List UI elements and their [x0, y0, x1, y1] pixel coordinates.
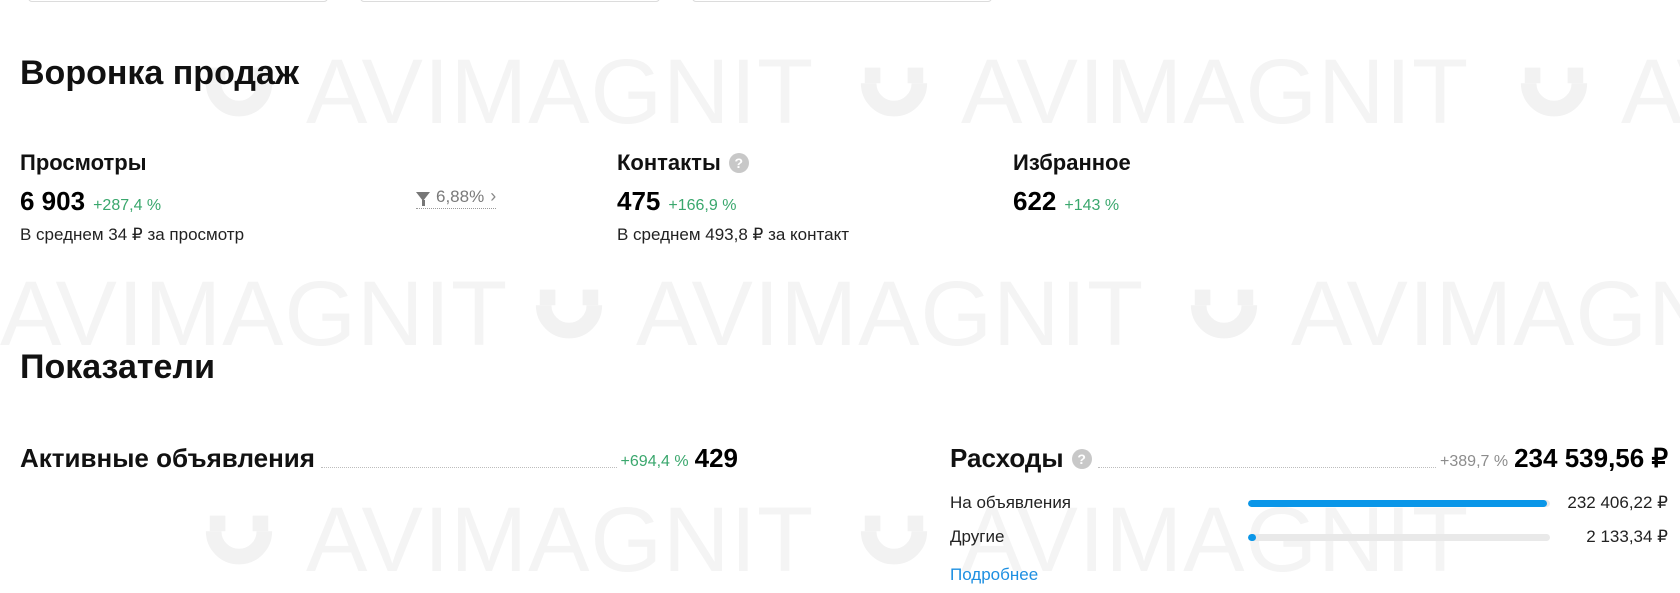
views-value: 6 903 — [20, 186, 86, 216]
active-ads-delta: +694,4 % — [620, 453, 689, 470]
funnel-title: Воронка продаж — [20, 54, 299, 92]
more-details-link[interactable]: Подробнее — [950, 565, 1038, 585]
indicators-title: Показатели — [20, 348, 215, 386]
expenses-row: Расходы ? +389,7 % 234 539,56 ₽ — [950, 443, 1668, 474]
dotted-leader — [1097, 467, 1437, 468]
contacts-average: В среднем 493,8 ₽ за контакт — [617, 225, 849, 244]
active-ads-row: Активные объявления +694,4 % 429 — [20, 443, 738, 474]
contacts-value-row: 475 +166,9 % — [617, 186, 849, 217]
contacts-delta: +166,9 % — [668, 197, 737, 214]
expense-progress-fill — [1248, 533, 1256, 541]
expense-progress-bar — [1248, 533, 1550, 541]
expense-item: На объявления 232 406,22 ₽ — [950, 493, 1668, 513]
expense-progress-bar — [1248, 499, 1550, 507]
views-average: В среднем 34 ₽ за просмотр — [20, 225, 245, 244]
expense-progress-fill — [1248, 499, 1547, 507]
favorites-metric: Избранное 622 +143 % — [1013, 150, 1131, 217]
views-value-row: 6 903 +287,4 % — [20, 186, 244, 217]
views-label: Просмотры — [20, 150, 147, 175]
contacts-metric: Контакты ? 475 +166,9 % В среднем 493,8 … — [617, 150, 849, 245]
expenses-label: Расходы — [950, 443, 1064, 473]
expense-item: Другие 2 133,34 ₽ — [950, 527, 1668, 547]
contacts-label-row: Контакты ? — [617, 150, 849, 176]
conversion-rate-link[interactable]: 6,88% › — [416, 186, 497, 209]
favorites-delta: +143 % — [1064, 197, 1120, 214]
expense-item-label: На объявления — [950, 493, 1072, 512]
expense-item-amount: 232 406,22 ₽ — [1567, 493, 1668, 512]
favorites-value-row: 622 +143 % — [1013, 186, 1131, 217]
expenses-label-row: Расходы ? — [950, 443, 1092, 474]
active-ads-label: Активные объявления — [20, 443, 315, 473]
content: Воронка продаж Просмотры 6 903 +287,4 % … — [0, 0, 1680, 593]
expenses-delta: +389,7 % — [1440, 453, 1509, 470]
favorites-label: Избранное — [1013, 150, 1131, 175]
expense-item-amount: 2 133,34 ₽ — [1586, 527, 1668, 546]
active-ads-value: 429 — [694, 443, 738, 473]
expense-item-label: Другие — [950, 527, 1005, 546]
views-delta: +287,4 % — [93, 197, 162, 214]
help-icon[interactable]: ? — [1071, 448, 1092, 469]
funnel-icon — [416, 192, 430, 206]
chevron-right-icon: › — [490, 186, 497, 206]
dotted-leader — [320, 467, 617, 468]
contacts-label: Контакты — [617, 150, 721, 175]
favorites-value: 622 — [1013, 186, 1057, 216]
expenses-value: 234 539,56 ₽ — [1514, 443, 1668, 473]
views-metric: Просмотры 6 903 +287,4 % В среднем 34 ₽ … — [20, 150, 244, 245]
conversion-value: 6,88% — [436, 186, 485, 206]
contacts-value: 475 — [617, 186, 661, 216]
help-icon[interactable]: ? — [728, 153, 749, 173]
